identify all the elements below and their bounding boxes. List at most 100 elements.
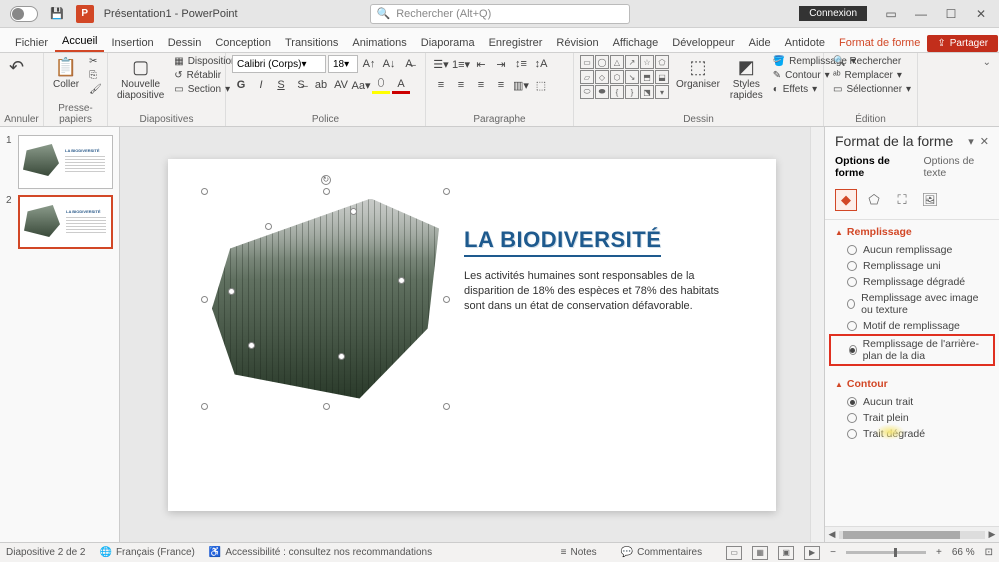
zoom-out-button[interactable]: − [830,547,836,558]
forest-shape[interactable] [212,199,439,399]
pane-horizontal-scroll[interactable]: ◀▶ [825,526,999,542]
tab-accueil[interactable]: Accueil [55,31,104,52]
pane-dropdown-icon[interactable]: ▾ [968,135,974,148]
reading-view-button[interactable]: ▣ [778,546,794,560]
fit-to-window-button[interactable]: ⊡ [985,547,993,558]
picture-icon[interactable]: 🖼 [919,189,941,211]
accessibility-indicator[interactable]: ♿ Accessibilité : consultez nos recomman… [209,547,432,558]
justify-button[interactable]: ≡ [492,76,510,94]
shrink-font-button[interactable]: A↓ [380,55,398,73]
pane-close-button[interactable]: ✕ [980,135,989,148]
zoom-in-button[interactable]: + [936,547,942,558]
line-spacing-button[interactable]: ↕≡ [512,55,530,73]
zoom-level[interactable]: 66 % [952,547,975,558]
underline-button[interactable]: S [272,76,290,94]
login-button[interactable]: Connexion [799,6,867,21]
align-center-button[interactable]: ≡ [452,76,470,94]
line-solid[interactable]: Trait plein [835,410,989,426]
sorter-view-button[interactable]: ▦ [752,546,768,560]
align-left-button[interactable]: ≡ [432,76,450,94]
indent-dec-button[interactable]: ⇤ [472,55,490,73]
fill-slide-background[interactable]: Remplissage de l'arrière-plan de la dia [829,334,995,366]
comments-button[interactable]: 💬 Commentaires [621,547,702,558]
find-button[interactable]: 🔍 Rechercher [830,55,914,68]
tab-enregistrer[interactable]: Enregistrer [482,33,550,52]
replace-button[interactable]: ᵃᵇ Remplacer ▾ [830,69,914,82]
autosave-toggle[interactable] [10,6,38,22]
text-direction-button[interactable]: ↕A [532,55,550,73]
bullets-button[interactable]: ☰▾ [432,55,450,73]
tab-text-options[interactable]: Options de texte [923,155,989,179]
fill-gradient[interactable]: Remplissage dégradé [835,274,989,290]
fill-line-icon[interactable]: ◆ [835,189,857,211]
line-none[interactable]: Aucun trait [835,394,989,410]
columns-button[interactable]: ▥▾ [512,76,530,94]
minimize-button[interactable]: — [907,4,935,24]
fill-solid[interactable]: Remplissage uni [835,258,989,274]
fill-none[interactable]: Aucun remplissage [835,242,989,258]
tab-developpeur[interactable]: Développeur [665,33,741,52]
grow-font-button[interactable]: A↑ [360,55,378,73]
section-fill[interactable]: ▲Remplissage [835,226,989,238]
effects-icon[interactable]: ⬠ [863,189,885,211]
collapse-ribbon-button[interactable]: ⌄ [975,53,999,126]
fill-picture[interactable]: Remplissage avec image ou texture [835,290,989,318]
numbering-button[interactable]: 1≡▾ [452,55,470,73]
select-button[interactable]: ▭ Sélectionner ▾ [830,83,914,96]
slide-indicator[interactable]: Diapositive 2 de 2 [6,547,86,558]
font-family-select[interactable]: Calibri (Corps) ▾ [232,55,326,73]
tab-animations[interactable]: Animations [345,33,413,52]
strike-button[interactable]: S̶ [292,76,310,94]
format-painter-button[interactable]: 🖌 [86,83,105,96]
paste-button[interactable]: 📋Coller [50,55,82,92]
tab-dessin[interactable]: Dessin [161,33,209,52]
clear-format-button[interactable]: A̶ [400,55,418,73]
tab-revision[interactable]: Révision [549,33,605,52]
copy-button[interactable]: ⎘ [86,69,105,82]
size-icon[interactable]: ⛶ [891,189,913,211]
zoom-slider[interactable] [846,551,926,554]
notes-button[interactable]: ≡ Notes [561,547,597,558]
thumbnail-2[interactable]: 2 LA BIODIVERSITÉ [6,195,113,249]
tab-antidote[interactable]: Antidote [778,33,832,52]
rotate-handle[interactable] [321,175,331,185]
arrange-button[interactable]: ⬚Organiser [673,55,723,92]
indent-inc-button[interactable]: ⇥ [492,55,510,73]
slide-body[interactable]: Les activités humaines sont responsables… [464,269,734,315]
line-gradient[interactable]: Trait dégradé [835,426,989,442]
section-line[interactable]: ▲Contour [835,378,989,390]
slideshow-view-button[interactable]: ▶ [804,546,820,560]
spacing-button[interactable]: AV [332,76,350,94]
font-size-select[interactable]: 18 ▾ [328,55,358,73]
tab-fichier[interactable]: Fichier [8,33,55,52]
vertical-scrollbar[interactable] [810,127,824,542]
tab-insertion[interactable]: Insertion [104,33,160,52]
search-box[interactable]: 🔍 Rechercher (Alt+Q) [370,4,630,24]
ribbon-options-icon[interactable]: ▭ [877,4,905,24]
slide-title[interactable]: LA BIODIVERSITÉ [464,227,661,253]
language-indicator[interactable]: 🌐 Français (France) [100,547,195,558]
slide-canvas[interactable]: LA BIODIVERSITÉ Les activités humaines s… [120,127,824,542]
tab-format-forme[interactable]: Format de forme [832,33,927,52]
tab-shape-options[interactable]: Options de forme [835,155,909,179]
bold-button[interactable]: G [232,76,250,94]
share-button[interactable]: ⇪Partager [927,35,998,52]
tab-transitions[interactable]: Transitions [278,33,345,52]
undo-button[interactable]: ↶ [6,55,27,80]
italic-button[interactable]: I [252,76,270,94]
highlight-button[interactable]: ⬯ [372,76,390,94]
new-slide-button[interactable]: ▢Nouvelle diapositive [114,55,167,103]
close-button[interactable]: ✕ [967,4,995,24]
save-icon[interactable]: 💾 [50,7,64,20]
cut-button[interactable]: ✂ [86,55,105,68]
shadow-button[interactable]: ab [312,76,330,94]
fill-pattern[interactable]: Motif de remplissage [835,318,989,334]
maximize-button[interactable]: ☐ [937,4,965,24]
shapes-gallery[interactable]: ▭◯△↗☆⬠ ▱◇⬡↘⬒⬓ ⬭⬬{}⬔▾ [580,55,669,99]
tab-aide[interactable]: Aide [742,33,778,52]
quick-styles-button[interactable]: ◩Styles rapides [727,55,766,103]
tab-diaporama[interactable]: Diaporama [414,33,482,52]
thumbnail-1[interactable]: 1 LA BIODIVERSITÉ [6,135,113,189]
align-right-button[interactable]: ≡ [472,76,490,94]
normal-view-button[interactable]: ▭ [726,546,742,560]
